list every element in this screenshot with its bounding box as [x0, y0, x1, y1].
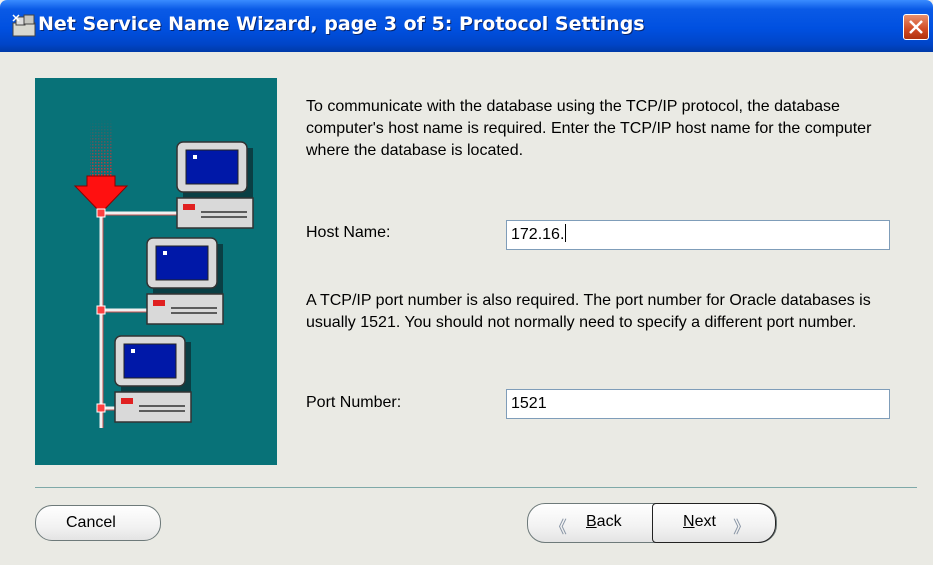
next-button[interactable]: Next 》 [652, 503, 776, 543]
wizard-window: Net Service Name Wizard, page 3 of 5: Pr… [0, 0, 933, 565]
down-arrow-icon [73, 175, 129, 214]
navigation-button-group: 《 Back Next 》 [527, 503, 777, 543]
footer-divider [35, 487, 917, 488]
computer-icon [176, 141, 254, 229]
cancel-button-label: Cancel [66, 514, 116, 531]
back-button-label: Back [586, 513, 622, 530]
next-button-label: Next [683, 513, 716, 530]
port-number-input[interactable]: 1521 [506, 389, 890, 419]
computer-icon [114, 335, 192, 423]
close-icon [909, 20, 923, 34]
port-description: A TCP/IP port number is also required. T… [306, 292, 871, 331]
chevron-left-icon: 《 [550, 518, 567, 537]
network-computers-illustration [35, 78, 277, 465]
port-number-label: Port Number: [306, 394, 402, 411]
host-description: To communicate with the database using t… [306, 98, 872, 159]
host-name-label: Host Name: [306, 224, 391, 241]
host-name-input[interactable]: 172.16. [506, 220, 890, 250]
back-button[interactable]: 《 Back [528, 504, 652, 542]
computer-icon [146, 237, 224, 325]
title-bar[interactable]: Net Service Name Wizard, page 3 of 5: Pr… [0, 0, 933, 52]
wizard-app-icon [12, 14, 36, 37]
host-name-value: 172.16. [511, 226, 565, 243]
cancel-button[interactable]: Cancel [35, 505, 161, 541]
chevron-right-icon: 》 [733, 518, 750, 537]
close-button[interactable] [903, 14, 929, 40]
port-number-value: 1521 [511, 395, 547, 412]
text-caret [565, 224, 567, 242]
window-title: Net Service Name Wizard, page 3 of 5: Pr… [38, 13, 645, 35]
